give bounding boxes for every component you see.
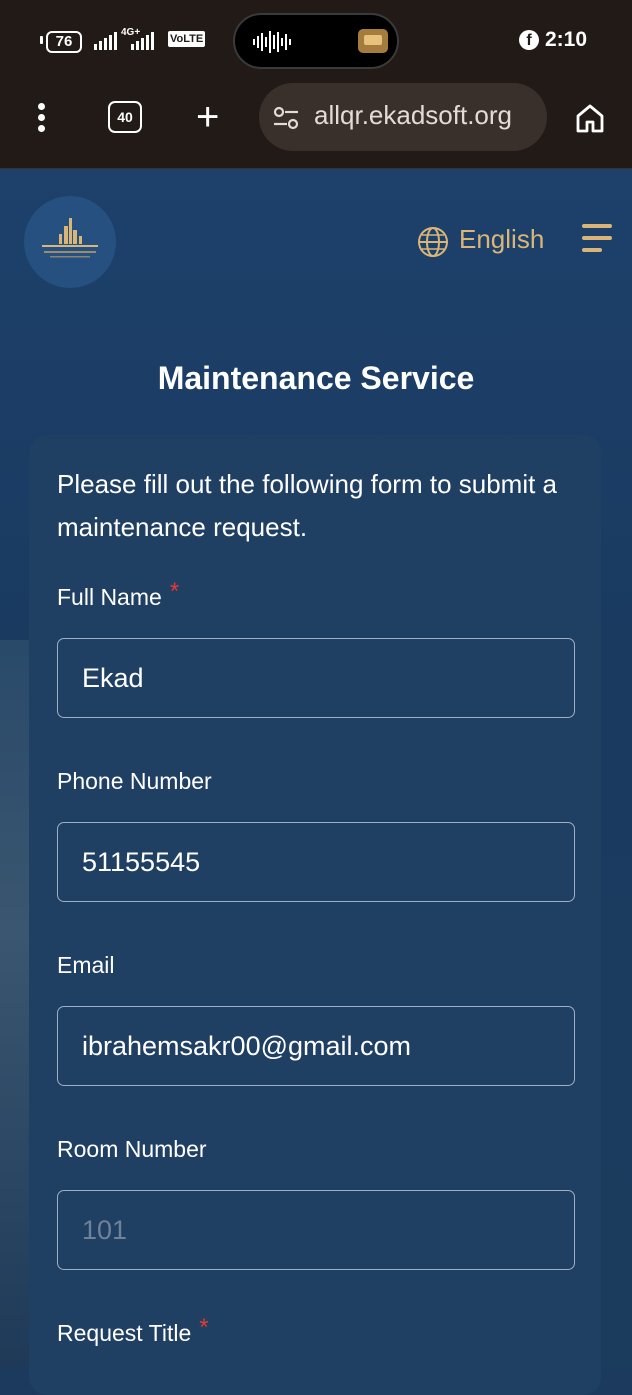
clock: 2:10 [545, 28, 588, 51]
language-selector[interactable]: English [459, 224, 544, 255]
email-label: Email [57, 952, 115, 978]
dynamic-island[interactable] [233, 13, 399, 69]
url-text[interactable]: allqr.ekadsoft.org [314, 100, 540, 131]
full-name-field[interactable]: Ekad [57, 638, 575, 718]
phone-number-label: Phone Number [57, 768, 212, 794]
full-name-label-text: Full Name [57, 584, 162, 610]
phone-number-field[interactable]: 51155545 [57, 822, 575, 902]
audio-wave-icon [253, 31, 291, 53]
required-marker: * [169, 578, 180, 605]
form-intro: Please fill out the following form to su… [57, 469, 558, 542]
room-number-field[interactable]: 101 [57, 1190, 575, 1270]
request-title-label-text: Request Title [57, 1320, 192, 1346]
required-marker: * [199, 1314, 209, 1341]
new-tab-icon[interactable]: + [196, 97, 219, 137]
media-thumbnail [358, 29, 388, 53]
volte-badge: VoLTE [168, 31, 206, 47]
room-number-label: Room Number [57, 1136, 207, 1162]
more-options-icon[interactable] [36, 103, 46, 136]
facebook-icon: f [519, 30, 539, 50]
full-name-label: Full Name * [57, 578, 179, 612]
site-settings-icon[interactable] [273, 106, 299, 130]
hamburger-menu-icon[interactable] [582, 224, 612, 260]
signal-strength-icon [94, 30, 117, 50]
page-title: Maintenance Service [157, 360, 475, 396]
home-icon[interactable] [574, 102, 606, 134]
battery-tip [40, 36, 43, 44]
email-field[interactable]: ibrahemsakr00@gmail.com [57, 1006, 575, 1086]
request-title-label: Request Title * [57, 1314, 209, 1348]
background-image-edge [0, 640, 30, 1368]
globe-icon[interactable] [417, 226, 449, 258]
site-logo[interactable] [24, 196, 116, 288]
building-logo-icon [42, 218, 98, 258]
battery-indicator: 76 [46, 31, 82, 53]
tab-switcher-button[interactable]: 40 [108, 101, 142, 133]
signal-strength-2-icon [131, 30, 154, 50]
